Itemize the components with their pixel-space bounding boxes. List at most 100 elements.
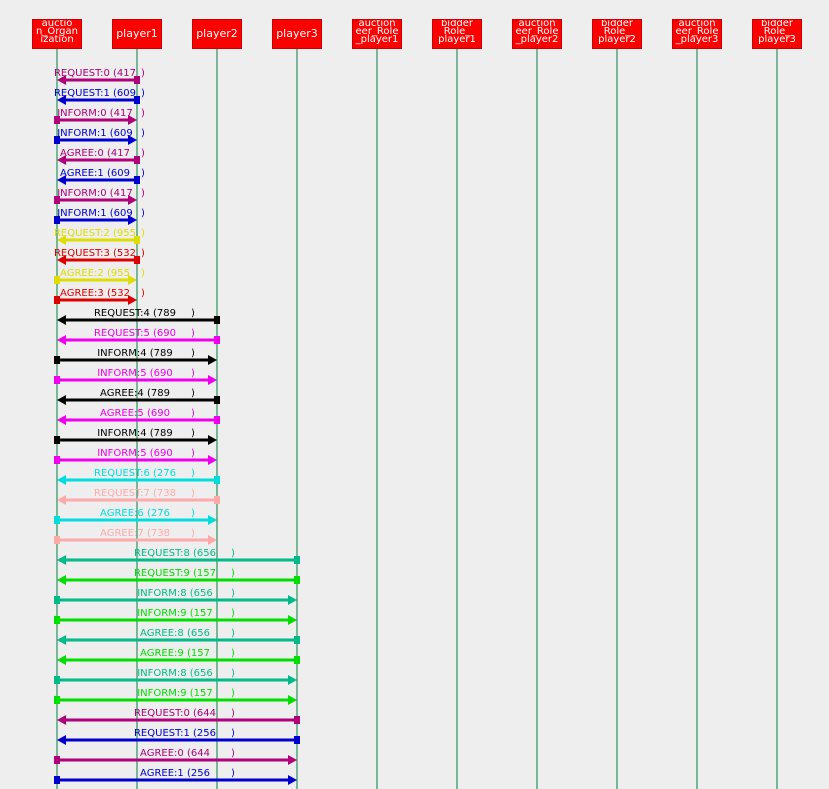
message-arrow[interactable]: INFORM:9 (157) xyxy=(54,608,297,625)
message-arrowhead xyxy=(57,635,66,645)
message-arrow[interactable]: INFORM:1 (609) xyxy=(54,128,145,145)
message-label: AGREE:0 (644 xyxy=(140,748,210,759)
message-label: INFORM:4 (789 xyxy=(97,428,173,439)
message-arrow[interactable]: AGREE:3 (532) xyxy=(54,288,145,305)
message-arrow[interactable]: AGREE:1 (256) xyxy=(54,768,297,785)
message-arrow[interactable]: REQUEST:1 (609) xyxy=(54,88,145,105)
message-arrowhead xyxy=(288,615,297,625)
message-label: REQUEST:4 (789 xyxy=(94,308,176,319)
message-label: INFORM:1 (609 xyxy=(57,208,133,219)
message-label-close: ) xyxy=(231,688,235,699)
message-label: INFORM:0 (417 xyxy=(57,188,133,199)
message-arrow[interactable]: REQUEST:1 (256) xyxy=(57,728,300,745)
message-label: REQUEST:1 (609 xyxy=(54,88,136,99)
lifeline-header-label: player1 xyxy=(116,27,158,40)
lifeline-header-player2[interactable]: player2 xyxy=(192,19,242,49)
message-arrowhead xyxy=(57,555,66,565)
lifeline-header-auctioneer_Role_player3[interactable]: auction eer_Role _player3 xyxy=(672,19,722,49)
message-arrowhead xyxy=(208,455,217,465)
message-label: INFORM:1 (609 xyxy=(57,128,133,139)
message-arrow[interactable]: INFORM:4 (789) xyxy=(54,428,217,445)
message-arrowhead xyxy=(288,595,297,605)
message-arrow[interactable]: AGREE:2 (955) xyxy=(54,268,145,285)
message-arrow[interactable]: AGREE:5 (690) xyxy=(57,408,220,425)
message-arrowhead xyxy=(57,735,66,745)
message-arrow[interactable]: INFORM:0 (417) xyxy=(54,108,145,125)
message-label-close: ) xyxy=(141,268,145,279)
message-arrow[interactable]: REQUEST:0 (644) xyxy=(57,708,300,725)
message-arrow[interactable]: INFORM:0 (417) xyxy=(54,188,145,205)
message-arrow[interactable]: REQUEST:3 (532) xyxy=(54,248,145,265)
message-arrow[interactable]: REQUEST:4 (789) xyxy=(57,308,220,325)
message-label: REQUEST:7 (738 xyxy=(94,488,176,499)
lifeline-header-label: _player2 xyxy=(515,34,559,45)
message-label: REQUEST:8 (656 xyxy=(134,548,216,559)
lifeline-header-player3[interactable]: player3 xyxy=(272,19,322,49)
message-arrow[interactable]: AGREE:0 (644) xyxy=(54,748,297,765)
message-arrowhead xyxy=(57,475,66,485)
message-label-close: ) xyxy=(191,328,195,339)
message-label-close: ) xyxy=(191,508,195,519)
message-arrow[interactable]: INFORM:8 (656) xyxy=(54,588,297,605)
message-label: REQUEST:1 (256 xyxy=(134,728,216,739)
message-arrow[interactable]: REQUEST:7 (738) xyxy=(57,488,220,505)
message-label-close: ) xyxy=(191,388,195,399)
message-arrow[interactable]: AGREE:6 (276) xyxy=(54,508,217,525)
message-arrow[interactable]: REQUEST:0 (417) xyxy=(54,68,145,85)
message-label-close: ) xyxy=(191,408,195,419)
message-label-close: ) xyxy=(141,68,145,79)
message-arrow[interactable]: INFORM:8 (656) xyxy=(54,668,297,685)
message-arrow[interactable]: INFORM:9 (157) xyxy=(54,688,297,705)
message-label: AGREE:1 (256 xyxy=(140,768,210,779)
message-label-close: ) xyxy=(141,188,145,199)
message-label-close: ) xyxy=(191,428,195,439)
message-arrow[interactable]: REQUEST:6 (276) xyxy=(57,468,220,485)
message-arrowhead xyxy=(288,775,297,785)
message-label: REQUEST:0 (644 xyxy=(134,708,216,719)
lifeline-header-auction_Organization[interactable]: auctio n_Organ ization xyxy=(32,19,82,49)
message-arrow[interactable]: AGREE:8 (656) xyxy=(57,628,300,645)
message-arrowhead xyxy=(208,355,217,365)
message-arrow[interactable]: REQUEST:9 (157) xyxy=(57,568,300,585)
message-arrow[interactable]: AGREE:1 (609) xyxy=(57,168,145,185)
lifeline-header-label: player3 xyxy=(758,34,796,45)
lifeline-header-label: player2 xyxy=(196,27,238,40)
lifeline-header-label: player3 xyxy=(276,27,318,40)
message-arrow[interactable]: AGREE:9 (157) xyxy=(57,648,300,665)
message-label: INFORM:9 (157 xyxy=(137,688,213,699)
message-label-close: ) xyxy=(141,128,145,139)
message-arrow[interactable]: AGREE:4 (789) xyxy=(57,388,220,405)
message-label-close: ) xyxy=(231,548,235,559)
lifeline-header-bidderRole_player3[interactable]: bidder Role_ player3 xyxy=(752,19,802,49)
lifeline-header-bidderRole_player2[interactable]: bidder Role_ player2 xyxy=(592,19,642,49)
message-label-close: ) xyxy=(231,588,235,599)
message-arrow[interactable]: AGREE:7 (738) xyxy=(54,528,217,545)
lifeline-header-bidderRole_player1[interactable]: bidder Role_ player1 xyxy=(432,19,482,49)
message-label-close: ) xyxy=(141,108,145,119)
message-label: AGREE:3 (532 xyxy=(60,288,130,299)
message-label: REQUEST:0 (417 xyxy=(54,68,136,79)
lifeline-header-player1[interactable]: player1 xyxy=(112,19,162,49)
diagram-canvas: REQUEST:0 (417)REQUEST:1 (609)INFORM:0 (… xyxy=(54,49,778,789)
message-arrow[interactable]: REQUEST:5 (690) xyxy=(57,328,220,345)
message-arrow[interactable]: INFORM:4 (789) xyxy=(54,348,217,365)
lifeline-header-auctioneer_Role_player2[interactable]: auction eer_Role _player2 xyxy=(512,19,562,49)
message-arrowhead xyxy=(288,755,297,765)
message-label-close: ) xyxy=(191,488,195,499)
message-arrow[interactable]: INFORM:5 (690) xyxy=(54,448,217,465)
message-arrow[interactable]: INFORM:5 (690) xyxy=(54,368,217,385)
message-label-close: ) xyxy=(231,668,235,679)
message-label: INFORM:0 (417 xyxy=(57,108,133,119)
message-arrow[interactable]: AGREE:0 (417) xyxy=(57,148,145,165)
message-arrowhead xyxy=(288,675,297,685)
message-arrow[interactable]: REQUEST:2 (955) xyxy=(54,228,145,245)
message-arrow[interactable]: REQUEST:8 (656) xyxy=(57,548,300,565)
message-label-close: ) xyxy=(141,248,145,259)
message-arrow[interactable]: INFORM:1 (609) xyxy=(54,208,145,225)
lifeline-header-auctioneer_Role_player1[interactable]: auction eer_Role _player1 xyxy=(352,19,402,49)
message-arrowhead xyxy=(57,335,66,345)
message-label-close: ) xyxy=(191,308,195,319)
message-label: REQUEST:2 (955 xyxy=(54,228,136,239)
message-label-close: ) xyxy=(191,348,195,359)
message-label-close: ) xyxy=(141,148,145,159)
